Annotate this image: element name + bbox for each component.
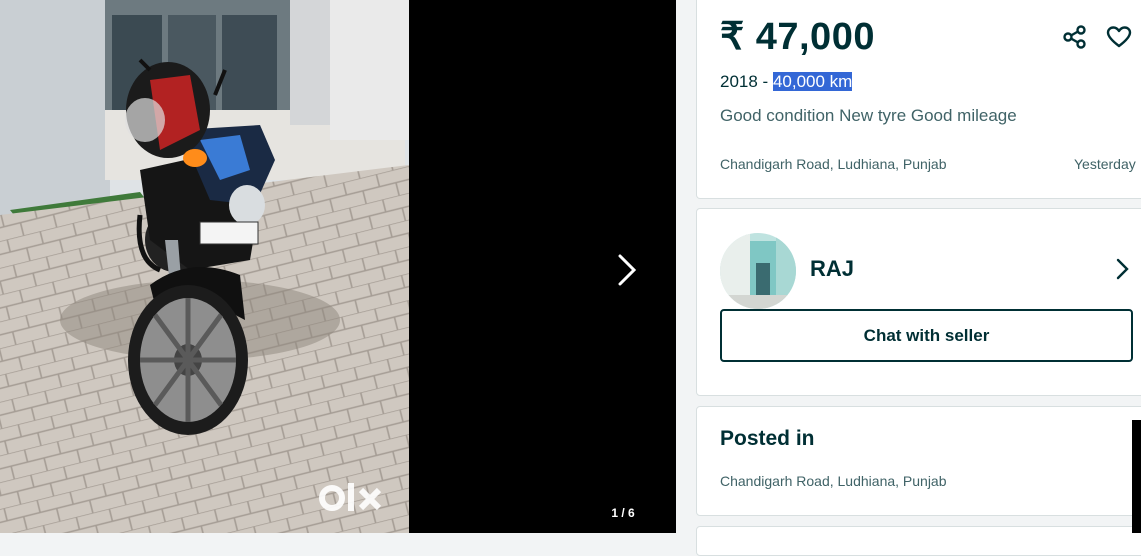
- chat-with-seller-button[interactable]: Chat with seller: [720, 309, 1133, 362]
- posted-in-heading: Posted in: [720, 427, 815, 450]
- price-card: ₹ 47,000 2018 - 40,000 km Good condition…: [696, 0, 1141, 199]
- listing-photo[interactable]: [0, 0, 409, 533]
- listing-price: ₹ 47,000: [720, 16, 875, 58]
- listing-location: Chandigarh Road, Ludhiana, Punjab: [720, 156, 947, 172]
- year-text: 2018 -: [720, 72, 773, 91]
- share-button[interactable]: [1060, 22, 1090, 52]
- posted-in-card: Posted in Chandigarh Road, Ludhiana, Pun…: [696, 406, 1141, 516]
- image-counter: 1 / 6: [611, 506, 635, 520]
- chevron-right-icon: [1116, 258, 1129, 280]
- seller-name[interactable]: RAJ: [810, 256, 854, 282]
- image-gallery: 1 / 6: [0, 0, 676, 533]
- next-image-button[interactable]: [606, 248, 648, 292]
- seller-profile-link[interactable]: [1112, 256, 1134, 282]
- olx-watermark: [319, 478, 389, 518]
- posted-in-location: Chandigarh Road, Ludhiana, Punjab: [720, 473, 947, 489]
- avatar[interactable]: [720, 233, 796, 309]
- scrollbar-edge: [1132, 420, 1141, 533]
- share-icon: [1063, 25, 1086, 49]
- listing-title: Good condition New tyre Good mileage: [720, 106, 1017, 125]
- mileage-text: 40,000 km: [772, 72, 853, 91]
- seller-card: RAJ Chat with seller: [696, 208, 1141, 396]
- next-card: [696, 526, 1141, 556]
- year-mileage: 2018 - 40,000 km: [720, 72, 853, 92]
- chevron-right-icon: [618, 254, 637, 286]
- heart-icon: [1106, 26, 1132, 48]
- favourite-button[interactable]: [1104, 22, 1134, 52]
- listing-date: Yesterday: [1074, 156, 1136, 172]
